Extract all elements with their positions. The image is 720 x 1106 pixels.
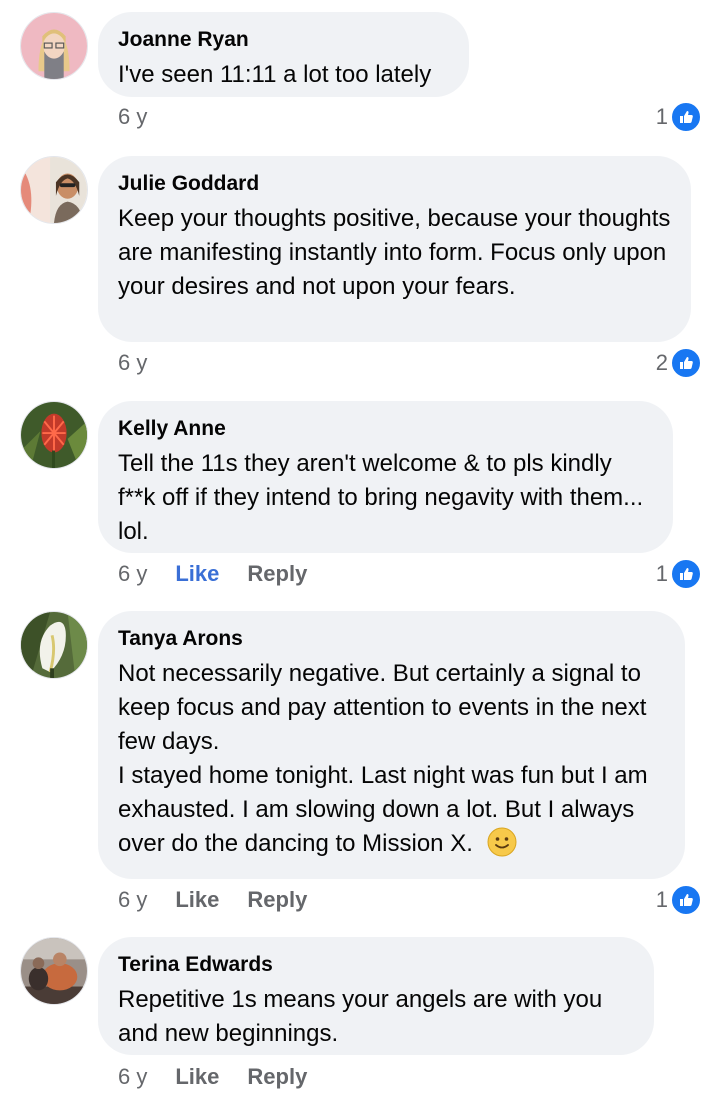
comment-author[interactable]: Joanne Ryan [118, 28, 449, 52]
reaction-count: 2 [655, 350, 668, 375]
reaction-count: 1 [655, 887, 668, 912]
avatar-joanne-ryan[interactable] [20, 12, 88, 80]
thumbs-up-icon [670, 347, 702, 379]
reply-button[interactable]: Reply [247, 1064, 307, 1090]
comment-text: Not necessarily negative. But certainly … [118, 660, 648, 857]
comment-time[interactable]: 6 y [118, 887, 147, 913]
cartoon-avatar-icon [21, 13, 87, 79]
reaction-summary[interactable]: 2 [655, 347, 702, 379]
avatar-julie-goddard[interactable] [20, 156, 88, 224]
reaction-count: 1 [655, 561, 668, 586]
comment-bubble: Tanya Arons Not necessarily negative. Bu… [98, 611, 685, 879]
reaction-summary[interactable]: 1 [655, 558, 702, 590]
slightly-smiling-face-icon [487, 827, 517, 857]
comment-bubble: Julie Goddard Keep your thoughts positiv… [98, 156, 691, 342]
reaction-summary[interactable]: 1 [655, 101, 702, 133]
comment-meta: 6 y [118, 348, 175, 378]
comment-text: I've seen 11:11 a lot too lately [118, 61, 432, 88]
reply-button[interactable]: Reply [247, 887, 307, 913]
like-button[interactable]: Like [175, 887, 219, 913]
like-button[interactable]: Like [175, 561, 219, 587]
comment-author[interactable]: Tanya Arons [118, 627, 665, 651]
comment-time[interactable]: 6 y [118, 104, 147, 130]
like-button[interactable]: Like [175, 1064, 219, 1090]
avatar-tanya-arons[interactable] [20, 611, 88, 679]
lily-photo-icon [21, 612, 87, 678]
comment-author[interactable]: Terina Edwards [118, 953, 634, 977]
comment-time[interactable]: 6 y [118, 1064, 147, 1090]
thumbs-up-icon [670, 101, 702, 133]
comment-text: Keep your thoughts positive, because you… [118, 205, 671, 300]
reaction-count: 1 [655, 104, 668, 129]
comment-meta: 6 y Like Reply [118, 1062, 335, 1092]
thumbs-up-icon [670, 558, 702, 590]
comment-author[interactable]: Julie Goddard [118, 172, 671, 196]
people-photo-icon [21, 938, 87, 1004]
comment-time[interactable]: 6 y [118, 561, 147, 587]
comment-bubble: Joanne Ryan I've seen 11:11 a lot too la… [98, 12, 469, 97]
comment-bubble: Terina Edwards Repetitive 1s means your … [98, 937, 654, 1055]
reaction-summary[interactable]: 1 [655, 884, 702, 916]
reply-button[interactable]: Reply [247, 561, 307, 587]
avatar-terina-edwards[interactable] [20, 937, 88, 1005]
comment-time[interactable]: 6 y [118, 350, 147, 376]
comment-meta: 6 y Like Reply [118, 885, 335, 915]
comment-meta: 6 y Like Reply [118, 559, 335, 589]
comment-text: Repetitive 1s means your angels are with… [118, 986, 603, 1047]
comment-meta: 6 y [118, 102, 175, 132]
comment-bubble: Kelly Anne Tell the 11s they aren't welc… [98, 401, 673, 553]
profile-photo-icon [21, 157, 87, 223]
comment-author[interactable]: Kelly Anne [118, 417, 653, 441]
thumbs-up-icon [670, 884, 702, 916]
avatar-kelly-anne[interactable] [20, 401, 88, 469]
comment-text: Tell the 11s they aren't welcome & to pl… [118, 450, 644, 545]
flower-photo-icon [21, 402, 87, 468]
